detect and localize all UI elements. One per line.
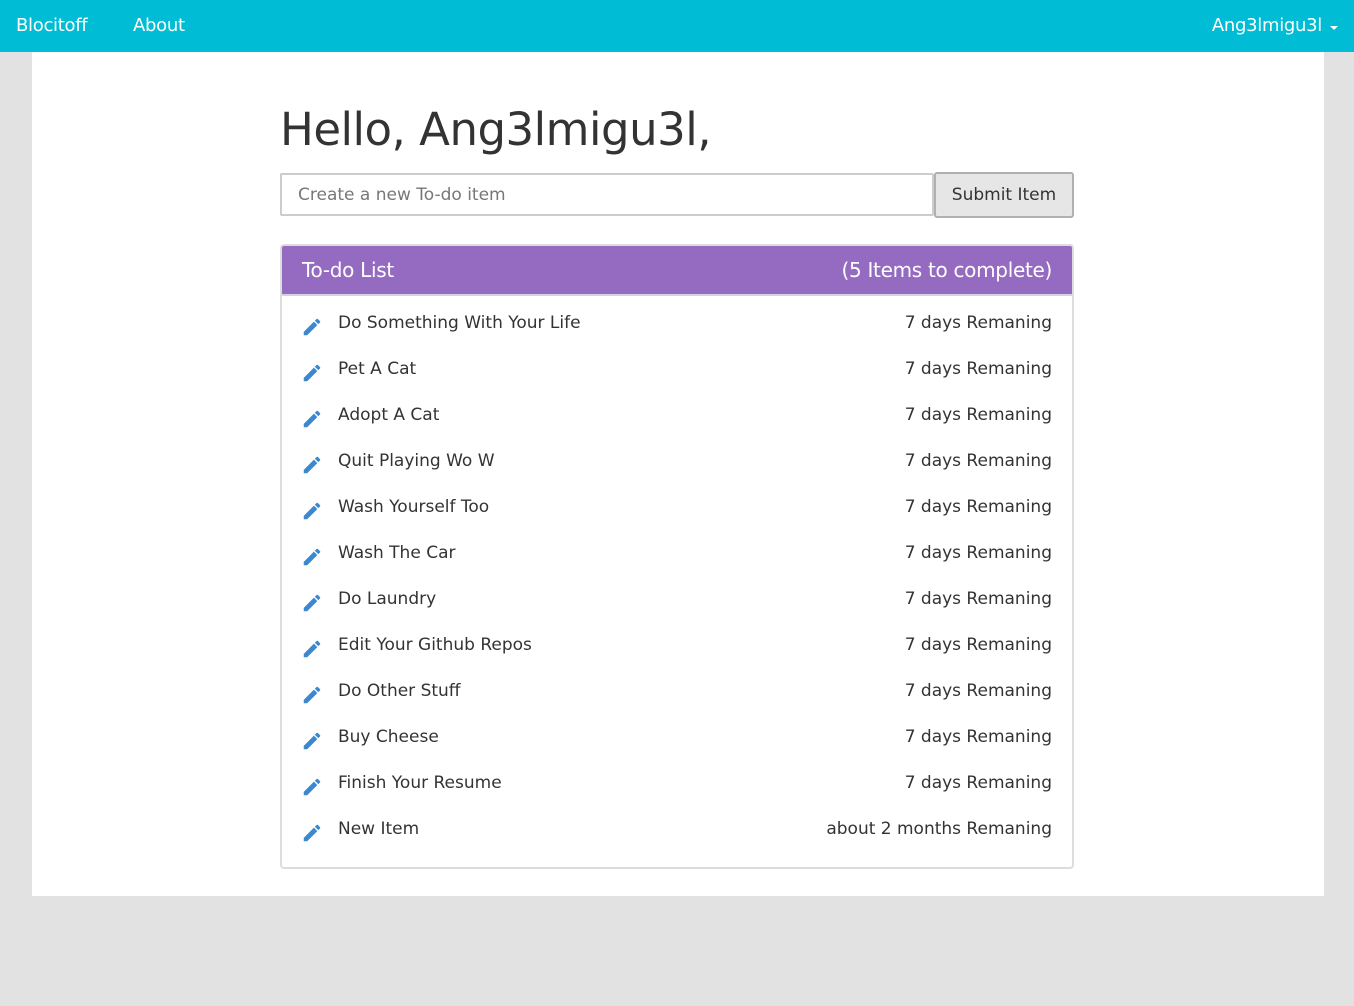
pencil-icon[interactable] bbox=[301, 776, 323, 798]
todo-item-name: Do Something With Your Life bbox=[338, 313, 581, 333]
todo-item: Do Something With Your Life 7 days Remani… bbox=[282, 303, 1072, 349]
brand-link[interactable]: Blocitoff bbox=[16, 0, 88, 52]
todo-list: Do Something With Your Life 7 days Remani… bbox=[282, 303, 1072, 855]
todo-panel-heading: To-do List (5 Items to complete) bbox=[282, 246, 1072, 296]
todo-item: Quit Playing Wo W 7 days Remaning bbox=[282, 441, 1072, 487]
todo-item: Wash Yourself Too 7 days Remaning bbox=[282, 487, 1072, 533]
todo-item-name: Do Other Stuff bbox=[338, 681, 461, 701]
todo-item-name: Finish Your Resume bbox=[338, 773, 502, 793]
pencil-icon[interactable] bbox=[301, 684, 323, 706]
todo-item: New Item about 2 months Remaning bbox=[282, 809, 1072, 855]
top-navbar: Blocitoff About Ang3lmigu3l bbox=[0, 0, 1354, 52]
new-todo-input[interactable] bbox=[280, 173, 934, 216]
todo-item-remaining: 7 days Remaning bbox=[904, 497, 1052, 517]
todo-item: Adopt A Cat 7 days Remaning bbox=[282, 395, 1072, 441]
user-menu-label: Ang3lmigu3l bbox=[1211, 15, 1322, 36]
pencil-icon[interactable] bbox=[301, 546, 323, 568]
todo-panel: To-do List (5 Items to complete) Do Some… bbox=[280, 244, 1074, 869]
todo-item-remaining: 7 days Remaning bbox=[904, 543, 1052, 563]
pencil-icon[interactable] bbox=[301, 454, 323, 476]
todo-item-name: Adopt A Cat bbox=[338, 405, 440, 425]
todo-item-name: Edit Your Github Repos bbox=[338, 635, 532, 655]
pencil-icon[interactable] bbox=[301, 408, 323, 430]
todo-item-remaining: 7 days Remaning bbox=[904, 313, 1052, 333]
todo-item-name: New Item bbox=[338, 819, 420, 839]
todo-item-remaining: 7 days Remaning bbox=[904, 681, 1052, 701]
submit-item-button[interactable]: Submit Item bbox=[934, 172, 1074, 218]
todo-item-remaining: 7 days Remaning bbox=[904, 451, 1052, 471]
greeting-heading: Hello, Ang3lmigu3l, bbox=[280, 103, 712, 156]
todo-item: Edit Your Github Repos 7 days Remaning bbox=[282, 625, 1072, 671]
todo-item: Wash The Car 7 days Remaning bbox=[282, 533, 1072, 579]
pencil-icon[interactable] bbox=[301, 730, 323, 752]
todo-count: (5 Items to complete) bbox=[841, 258, 1052, 282]
todo-panel-title: To-do List bbox=[302, 258, 394, 282]
todo-item-remaining: 7 days Remaning bbox=[904, 773, 1052, 793]
todo-item-name: Wash The Car bbox=[338, 543, 456, 563]
caret-down-icon bbox=[1330, 25, 1338, 30]
pencil-icon[interactable] bbox=[301, 500, 323, 522]
user-menu-dropdown[interactable]: Ang3lmigu3l bbox=[1212, 0, 1338, 52]
pencil-icon[interactable] bbox=[301, 316, 323, 338]
pencil-icon[interactable] bbox=[301, 638, 323, 660]
todo-item-remaining: 7 days Remaning bbox=[904, 589, 1052, 609]
about-link[interactable]: About bbox=[133, 0, 185, 52]
todo-item: Do Laundry 7 days Remaning bbox=[282, 579, 1072, 625]
todo-item-name: Buy Cheese bbox=[338, 727, 439, 747]
todo-item-name: Pet A Cat bbox=[338, 359, 417, 379]
pencil-icon[interactable] bbox=[301, 592, 323, 614]
pencil-icon[interactable] bbox=[301, 362, 323, 384]
todo-item: Buy Cheese 7 days Remaning bbox=[282, 717, 1072, 763]
pencil-icon[interactable] bbox=[301, 822, 323, 844]
todo-item-remaining: 7 days Remaning bbox=[904, 635, 1052, 655]
todo-item: Finish Your Resume 7 days Remaning bbox=[282, 763, 1072, 809]
page-container: Hello, Ang3lmigu3l, Submit Item To-do Li… bbox=[32, 52, 1324, 896]
todo-item-name: Wash Yourself Too bbox=[338, 497, 490, 517]
todo-item: Do Other Stuff 7 days Remaning bbox=[282, 671, 1072, 717]
todo-item-name: Do Laundry bbox=[338, 589, 437, 609]
todo-item: Pet A Cat 7 days Remaning bbox=[282, 349, 1072, 395]
todo-item-remaining: 7 days Remaning bbox=[904, 359, 1052, 379]
todo-item-name: Quit Playing Wo W bbox=[338, 451, 495, 471]
todo-item-remaining: 7 days Remaning bbox=[904, 405, 1052, 425]
todo-item-remaining: about 2 months Remaning bbox=[826, 819, 1052, 839]
todo-item-remaining: 7 days Remaning bbox=[904, 727, 1052, 747]
